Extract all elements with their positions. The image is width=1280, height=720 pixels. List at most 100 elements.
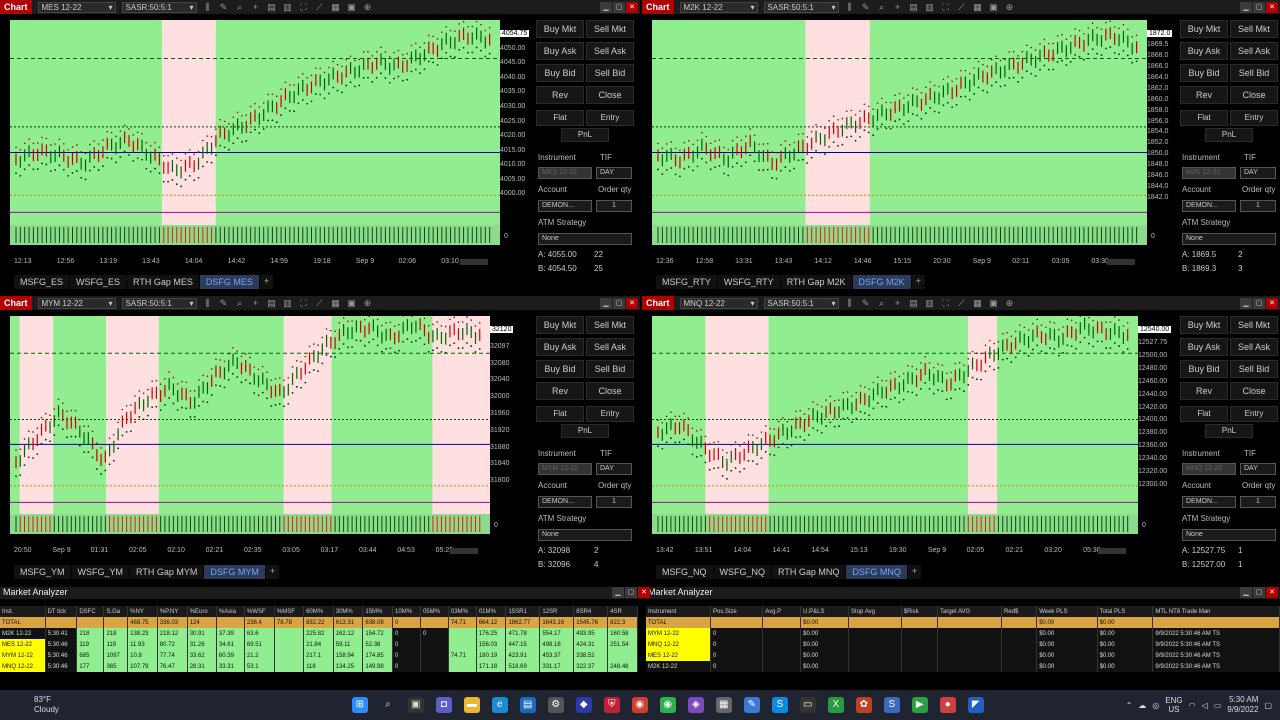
- flat-button[interactable]: Flat: [1180, 110, 1228, 126]
- grid-header-cell[interactable]: 15SR1: [505, 606, 541, 617]
- file-explorer-icon[interactable]: ▬: [463, 697, 480, 713]
- indicator-icon[interactable]: ▥: [283, 2, 293, 13]
- instrument-field[interactable]: MNQ 12-22: [1182, 463, 1236, 475]
- notification-icon[interactable]: ▢: [1264, 701, 1272, 710]
- app2-icon[interactable]: S: [883, 697, 900, 713]
- grid-header-cell[interactable]: 60M%: [303, 606, 334, 617]
- buy-market-button[interactable]: Buy Mkt: [1180, 20, 1228, 38]
- buy-market-button[interactable]: Buy Mkt: [536, 20, 584, 38]
- grid-header-cell[interactable]: 10M%: [392, 606, 421, 617]
- flat-button[interactable]: Flat: [536, 406, 584, 422]
- template-icon[interactable]: ▦: [973, 298, 983, 309]
- maximize-icon[interactable]: ▢: [1253, 1, 1265, 13]
- record-icon[interactable]: ●: [939, 697, 956, 713]
- visual-studio-icon[interactable]: ◈: [687, 697, 704, 713]
- indicator-icon[interactable]: ▥: [925, 298, 935, 309]
- close-position-button[interactable]: Close: [1230, 86, 1278, 104]
- table-row[interactable]: MNQ 12-22 5:30:46 177 365 107.79 76.47 28.31 33…: [0, 661, 638, 672]
- chrome-icon[interactable]: ◉: [631, 697, 648, 713]
- chart-tab[interactable]: WSFG_RTY: [717, 275, 780, 289]
- pnl-button[interactable]: PnL: [561, 128, 609, 142]
- template-icon[interactable]: ▦: [331, 2, 341, 13]
- buy-bid-button[interactable]: Buy Bid: [536, 64, 584, 82]
- grid-header-cell[interactable]: DSFC: [76, 606, 105, 617]
- grid-header-cell[interactable]: 12SR: [539, 606, 575, 617]
- table-row[interactable]: M2K 12-22 0 $0.00 $0.00 $0.00 9/9/2022 5:30:4…: [646, 661, 1280, 672]
- chart-tab[interactable]: RTH Gap MYM: [130, 565, 204, 579]
- template-selector[interactable]: SASR:50:5:1: [763, 297, 839, 309]
- grid-header-cell[interactable]: %P.NY: [157, 606, 188, 617]
- task-view-icon[interactable]: ▣: [407, 697, 424, 713]
- tif-select[interactable]: DAY: [1240, 167, 1276, 179]
- skype-icon[interactable]: S: [771, 697, 788, 713]
- crosshair-icon[interactable]: +: [251, 298, 261, 308]
- windows-start-icon[interactable]: ⊞: [351, 697, 368, 713]
- template-selector[interactable]: SASR:50:5:1: [121, 297, 197, 309]
- zoom-icon[interactable]: ⌕: [877, 298, 887, 309]
- sell-market-button[interactable]: Sell Mkt: [1230, 316, 1278, 334]
- monitor-icon[interactable]: ▭: [799, 697, 816, 713]
- sell-ask-button[interactable]: Sell Ask: [586, 338, 634, 356]
- strategy-icon[interactable]: ⛶: [299, 2, 309, 13]
- order-qty-input[interactable]: 1: [1240, 496, 1276, 508]
- reverse-button[interactable]: Rev: [1180, 86, 1228, 104]
- table-row[interactable]: TOTAL 468.75 336.03 124 238.4 78.78 832.22 613.…: [0, 617, 638, 628]
- tif-select[interactable]: DAY: [1240, 463, 1276, 475]
- horizontal-scrollbar[interactable]: [450, 548, 478, 554]
- share-icon[interactable]: ⊕: [363, 2, 373, 13]
- atm-strategy-select[interactable]: None: [538, 233, 632, 245]
- pencil-icon[interactable]: ✎: [861, 298, 871, 309]
- sell-bid-button[interactable]: Sell Bid: [586, 64, 634, 82]
- maximize-icon[interactable]: ▢: [613, 1, 625, 13]
- zoom-icon[interactable]: ⌕: [877, 2, 887, 13]
- properties-icon[interactable]: ▤: [909, 2, 919, 13]
- chart-tab[interactable]: MSFG_RTY: [656, 275, 717, 289]
- grid-header-cell[interactable]: MTL NT8 Trade Man: [1152, 606, 1280, 617]
- sell-ask-button[interactable]: Sell Ask: [1230, 338, 1278, 356]
- chart-tab[interactable]: DSFG MES: [199, 275, 259, 289]
- clock[interactable]: 5:30 AM 9/9/2022: [1227, 695, 1258, 715]
- add-tab-button[interactable]: +: [259, 275, 274, 289]
- table-row[interactable]: MNQ 12-22 0 $0.00 $0.00 $0.00 9/9/2022 5:30:4…: [646, 639, 1280, 650]
- buy-bid-button[interactable]: Buy Bid: [536, 360, 584, 378]
- close-icon[interactable]: ✕: [626, 1, 638, 13]
- pencil-icon[interactable]: ✎: [219, 298, 229, 309]
- reverse-button[interactable]: Rev: [536, 382, 584, 400]
- grid-header-cell[interactable]: Week PLS: [1036, 606, 1098, 617]
- table-row[interactable]: MYM 12-22 0 $0.00 $0.00 $0.00 9/9/2022 5:30:4…: [646, 628, 1280, 639]
- zoom-icon[interactable]: ⌕: [235, 298, 245, 309]
- sell-market-button[interactable]: Sell Mkt: [586, 316, 634, 334]
- close-position-button[interactable]: Close: [586, 86, 634, 104]
- share-icon[interactable]: ⊕: [1005, 298, 1015, 309]
- sell-bid-button[interactable]: Sell Bid: [1230, 64, 1278, 82]
- account-select[interactable]: DEMON...: [1182, 200, 1236, 212]
- sell-bid-button[interactable]: Sell Bid: [586, 360, 634, 378]
- sell-ask-button[interactable]: Sell Ask: [586, 42, 634, 60]
- snapshot-icon[interactable]: ▣: [347, 2, 357, 13]
- buy-market-button[interactable]: Buy Mkt: [1180, 316, 1228, 334]
- calculator-icon[interactable]: ▦: [715, 697, 732, 713]
- chart-tab[interactable]: DSFG MYM: [204, 565, 265, 579]
- instrument-field[interactable]: MES 12-22: [538, 167, 592, 179]
- tif-select[interactable]: DAY: [596, 167, 632, 179]
- minimize-icon[interactable]: ▁: [1240, 297, 1252, 309]
- grid-header-cell[interactable]: Instrument: [646, 606, 712, 617]
- sell-ask-button[interactable]: Sell Ask: [1230, 42, 1278, 60]
- language-indicator[interactable]: ENG US: [1165, 696, 1182, 714]
- grid-header-cell[interactable]: %WSF: [244, 606, 275, 617]
- table-row[interactable]: MYM 12-22 5:30:46 685 1097 10.8 77.74 33.62 60.…: [0, 650, 638, 661]
- maximize-icon[interactable]: ▢: [613, 297, 625, 309]
- entry-button[interactable]: Entry: [586, 110, 634, 126]
- sell-bid-button[interactable]: Sell Bid: [1230, 360, 1278, 378]
- wifi-icon[interactable]: ◠: [1189, 701, 1196, 710]
- grid-header-cell[interactable]: 03M%: [448, 606, 477, 617]
- instrument-selector[interactable]: MYM 12-22: [37, 297, 116, 309]
- buy-ask-button[interactable]: Buy Ask: [536, 42, 584, 60]
- price-plot[interactable]: [10, 20, 500, 245]
- minimize-icon[interactable]: ▁: [600, 297, 612, 309]
- entry-button[interactable]: Entry: [1230, 406, 1278, 422]
- account-select[interactable]: DEMON...: [1182, 496, 1236, 508]
- buy-ask-button[interactable]: Buy Ask: [536, 338, 584, 356]
- table-row[interactable]: TOTAL $0.00 $0.00 $0.00: [646, 617, 1280, 628]
- chart-tab[interactable]: RTH Gap MES: [127, 275, 199, 289]
